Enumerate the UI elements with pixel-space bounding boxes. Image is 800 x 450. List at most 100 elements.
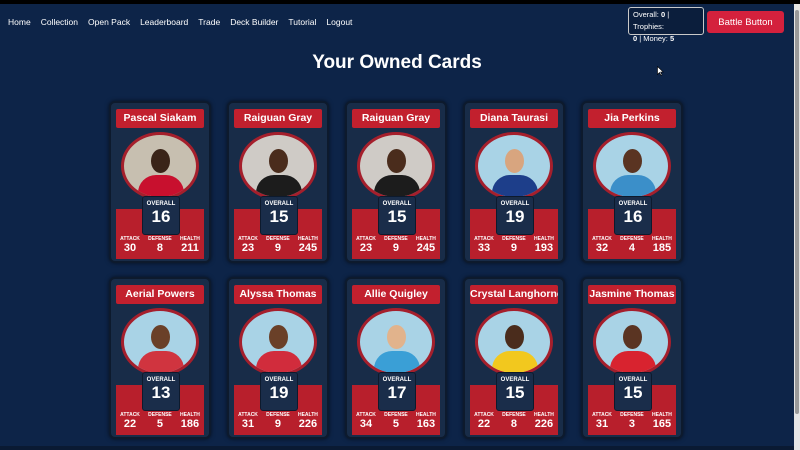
card-player-name: Pascal Siakam (116, 109, 204, 128)
overall-value: 19 (505, 207, 525, 226)
player-card[interactable]: Allie Quigley OVERALL 17 ATTACK 34 DEFEN… (345, 277, 447, 439)
card-player-name: Raiguan Gray (352, 109, 440, 128)
overall-value: 16 (151, 207, 171, 226)
defense-stat: DEFENSE 9 (266, 236, 290, 255)
overall-value: 13 (151, 383, 171, 402)
overall-value: 17 (387, 383, 407, 402)
overall-badge: OVERALL 17 (378, 372, 416, 411)
overall-value: 15 (505, 383, 525, 402)
overall-value: 15 (387, 207, 407, 226)
health-stat: HEALTH 211 (180, 236, 200, 255)
attack-value: 22 (123, 418, 137, 430)
card-attributes: ATTACK 22 DEFENSE 8 HEALTH 226 (470, 412, 558, 431)
window-bottom-edge (0, 446, 794, 450)
health-value: 226 (534, 418, 554, 430)
defense-value: 8 (510, 418, 518, 430)
player-photo (121, 132, 199, 200)
player-photo (239, 132, 317, 200)
health-value: 186 (180, 418, 200, 430)
attack-value: 34 (359, 418, 373, 430)
attack-stat: ATTACK 31 (238, 412, 258, 431)
player-card[interactable]: Jia Perkins OVERALL 16 ATTACK 32 DEFENSE… (581, 101, 683, 263)
overall-badge: OVERALL 19 (260, 372, 298, 411)
attack-stat: ATTACK 22 (120, 412, 140, 431)
attack-stat: ATTACK 23 (238, 236, 258, 255)
card-attributes: ATTACK 34 DEFENSE 5 HEALTH 163 (352, 412, 440, 431)
attack-value: 33 (477, 242, 491, 254)
player-head (151, 325, 170, 349)
attack-value: 23 (241, 242, 255, 254)
vertical-scrollbar[interactable] (794, 4, 800, 450)
card-attributes: ATTACK 33 DEFENSE 9 HEALTH 193 (470, 236, 558, 255)
card-player-name: Aerial Powers (116, 285, 204, 304)
defense-stat: DEFENSE 9 (266, 412, 290, 431)
defense-stat: DEFENSE 8 (148, 236, 172, 255)
card-player-name: Crystal Langhorne (470, 285, 558, 304)
overall-badge: OVERALL 15 (378, 196, 416, 235)
nav-logout[interactable]: Logout (326, 14, 352, 30)
overall-value: 19 (269, 383, 289, 402)
health-stat: HEALTH 165 (652, 412, 672, 431)
defense-stat: DEFENSE 9 (384, 236, 408, 255)
attack-stat: ATTACK 30 (120, 236, 140, 255)
health-value: 211 (181, 242, 199, 254)
nav-tutorial[interactable]: Tutorial (288, 14, 316, 30)
attack-value: 22 (477, 418, 491, 430)
player-card[interactable]: Pascal Siakam OVERALL 16 ATTACK 30 DEFEN… (109, 101, 211, 263)
overall-badge: OVERALL 16 (142, 196, 180, 235)
nav-leaderboard[interactable]: Leaderboard (140, 14, 188, 30)
defense-stat: DEFENSE 5 (148, 412, 172, 431)
player-card[interactable]: Raiguan Gray OVERALL 15 ATTACK 23 DEFENS… (227, 101, 329, 263)
overall-value: 15 (623, 383, 643, 402)
attack-stat: ATTACK 23 (356, 236, 376, 255)
player-head (387, 325, 406, 349)
player-card[interactable]: Raiguan Gray OVERALL 15 ATTACK 23 DEFENS… (345, 101, 447, 263)
card-attributes: ATTACK 22 DEFENSE 5 HEALTH 186 (116, 412, 204, 431)
defense-stat: DEFENSE 3 (620, 412, 644, 431)
card-attributes: ATTACK 23 DEFENSE 9 HEALTH 245 (352, 236, 440, 255)
nav-deck-builder[interactable]: Deck Builder (230, 14, 278, 30)
overall-badge: OVERALL 16 (614, 196, 652, 235)
battle-button[interactable]: Battle Button (707, 11, 784, 33)
player-photo (239, 308, 317, 376)
health-stat: HEALTH 186 (180, 412, 200, 431)
overall-value: 16 (623, 207, 643, 226)
defense-stat: DEFENSE 8 (502, 412, 526, 431)
overall-badge: OVERALL 19 (496, 196, 534, 235)
defense-stat: DEFENSE 4 (620, 236, 644, 255)
player-head (387, 149, 406, 173)
attack-value: 31 (241, 418, 255, 430)
player-head (269, 325, 288, 349)
health-stat: HEALTH 226 (298, 412, 318, 431)
health-value: 163 (416, 418, 436, 430)
attack-stat: ATTACK 31 (592, 412, 612, 431)
card-player-name: Diana Taurasi (470, 109, 558, 128)
card-attributes: ATTACK 31 DEFENSE 9 HEALTH 226 (234, 412, 322, 431)
attack-stat: ATTACK 33 (474, 236, 494, 255)
health-value: 185 (652, 242, 672, 254)
player-card[interactable]: Aerial Powers OVERALL 13 ATTACK 22 DEFEN… (109, 277, 211, 439)
money-value: 5 (670, 34, 675, 43)
nav-home[interactable]: Home (8, 14, 31, 30)
player-card[interactable]: Crystal Langhorne OVERALL 15 ATTACK 22 D… (463, 277, 565, 439)
health-value: 226 (298, 418, 318, 430)
overall-badge: OVERALL 15 (260, 196, 298, 235)
attack-stat: ATTACK 22 (474, 412, 494, 431)
player-card[interactable]: Jasmine Thomas OVERALL 15 ATTACK 31 DEFE… (581, 277, 683, 439)
nav-trade[interactable]: Trade (198, 14, 220, 30)
attack-stat: ATTACK 32 (592, 236, 612, 255)
player-photo (593, 308, 671, 376)
overall-value: 15 (269, 207, 289, 226)
player-head (623, 149, 642, 173)
page-title: Your Owned Cards (312, 52, 482, 73)
scrollbar-thumb[interactable] (795, 10, 799, 414)
defense-value: 5 (392, 418, 400, 430)
player-card[interactable]: Alyssa Thomas OVERALL 19 ATTACK 31 DEFEN… (227, 277, 329, 439)
player-head (151, 149, 170, 173)
defense-stat: DEFENSE 5 (384, 412, 408, 431)
nav-open-pack[interactable]: Open Pack (88, 14, 130, 30)
main-nav: Home Collection Open Pack Leaderboard Tr… (8, 14, 362, 30)
player-card[interactable]: Diana Taurasi OVERALL 19 ATTACK 33 DEFEN… (463, 101, 565, 263)
nav-collection[interactable]: Collection (41, 14, 78, 30)
health-stat: HEALTH 245 (416, 236, 436, 255)
